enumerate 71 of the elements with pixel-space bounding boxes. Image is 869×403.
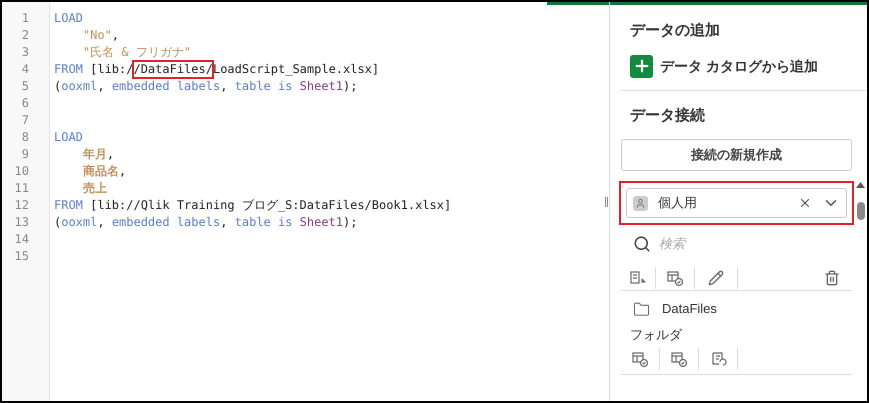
scroll-up-icon	[856, 182, 865, 188]
line-number: 4	[20, 61, 30, 78]
connection-item[interactable]: DataFiles	[621, 295, 852, 323]
code-token: LOAD	[54, 129, 83, 146]
code-token: [lib:/	[90, 61, 134, 78]
line-number: 6	[20, 95, 30, 112]
code-token: table is	[234, 214, 292, 231]
resize-handle[interactable]	[604, 196, 608, 206]
code-token: );	[343, 78, 358, 95]
import-icon[interactable]	[629, 268, 647, 286]
line-number: 10	[14, 163, 30, 180]
highlighted-code: /DataFiles/	[133, 61, 213, 78]
plus-icon	[630, 54, 653, 78]
line-number: 12	[14, 197, 30, 214]
code-token: ,	[112, 27, 120, 44]
code-token: [lib://Qlik Training ブログ_S:DataFiles/Book1.xlsx]	[90, 197, 452, 214]
catalog-link[interactable]: データ カタログから追加	[621, 54, 852, 78]
section-title: データの追加	[629, 21, 721, 41]
code-token: embedded labels	[112, 214, 220, 231]
line-number: 14	[14, 231, 30, 248]
code-token: ,	[97, 214, 105, 231]
line-number: 11	[14, 180, 30, 197]
space-select[interactable]: 個人用	[626, 188, 847, 218]
section-title: データ接続	[629, 106, 706, 126]
line-number: 7	[20, 112, 30, 129]
code-token: ,	[106, 146, 114, 163]
code-token: Sheet1	[300, 214, 344, 231]
line-number: 13	[14, 214, 30, 231]
line-number: 1	[20, 10, 30, 27]
code-token: 売上	[82, 180, 107, 197]
code-token: (	[54, 78, 62, 95]
code-token: LoadScript_Sample.xlsx]	[212, 61, 380, 78]
line-number: 5	[20, 78, 30, 95]
code-token: ooxml	[61, 214, 98, 231]
code-token: FROM	[54, 61, 83, 78]
code-token: "氏名 & フリガナ"	[82, 44, 192, 61]
code-token: (	[54, 214, 62, 231]
line-number: 15	[14, 248, 30, 265]
line-number: 3	[20, 44, 30, 61]
code-token: LOAD	[54, 10, 83, 27]
code-token: embedded labels	[112, 78, 220, 95]
code-token: "No"	[82, 27, 112, 44]
select-data-icon[interactable]	[666, 268, 684, 286]
code-token: ,	[118, 163, 126, 180]
code-token: 年月	[82, 146, 107, 163]
scroll-thumb	[856, 202, 864, 220]
clear-icon[interactable]	[798, 196, 812, 210]
user-icon	[633, 196, 648, 210]
line-number: 9	[20, 146, 30, 163]
line-number: 2	[20, 27, 30, 44]
connection-type: フォルダ	[629, 326, 684, 344]
code-token: );	[343, 214, 358, 231]
code-token: Sheet1	[300, 78, 344, 95]
code-token: ,	[220, 78, 228, 95]
search-input[interactable]: 検索	[659, 234, 809, 254]
search-icon	[633, 235, 651, 253]
code-token: FROM	[54, 197, 83, 214]
delete-icon[interactable]	[824, 270, 840, 286]
folder-icon	[633, 300, 650, 318]
search-field[interactable]: 検索	[621, 229, 852, 259]
edit-icon[interactable]	[708, 270, 724, 286]
code-token: ,	[97, 78, 105, 95]
code-token: ,	[220, 214, 228, 231]
code-token: table is	[234, 78, 292, 95]
new-connection-button[interactable]: 接続の新規作成	[621, 139, 852, 171]
code-token: 商品名	[82, 163, 119, 180]
select-data-icon[interactable]	[631, 350, 649, 368]
code-token: ooxml	[61, 78, 98, 95]
line-number: 8	[20, 129, 30, 146]
script-check-icon[interactable]	[670, 350, 688, 368]
select-value: 個人用	[658, 194, 698, 212]
